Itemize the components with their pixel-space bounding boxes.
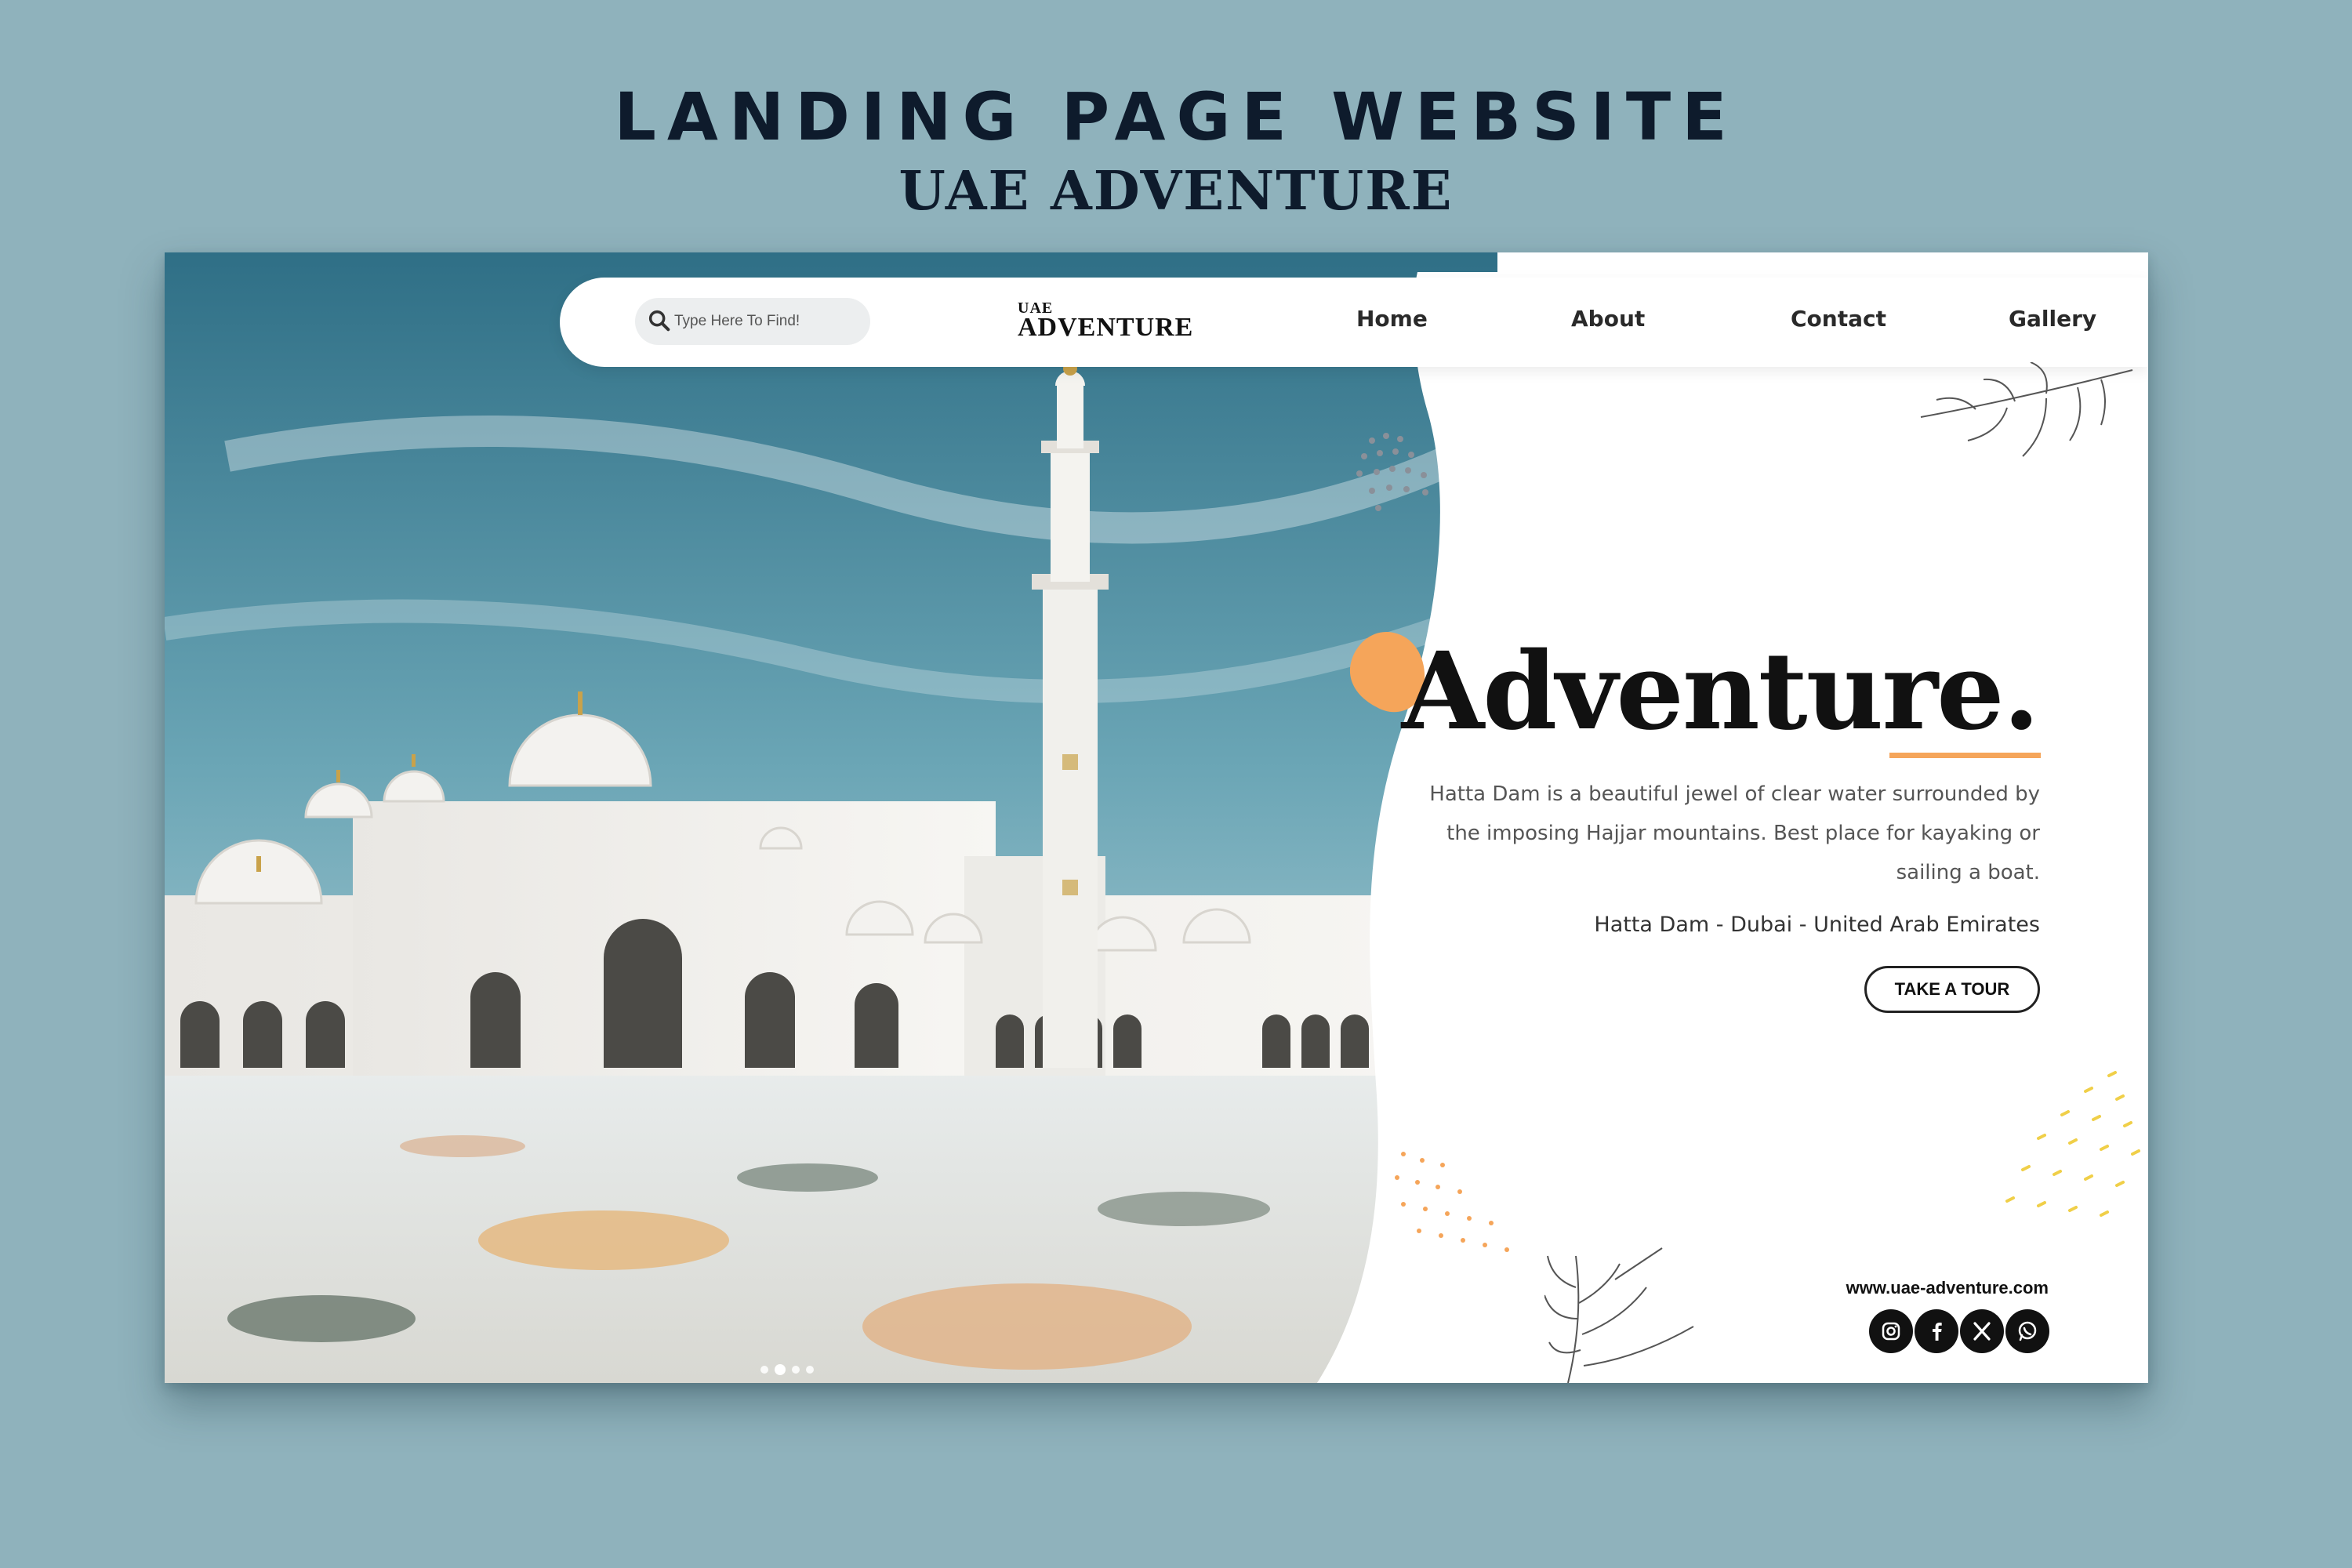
carousel-dot[interactable]	[760, 1366, 768, 1374]
carousel-dot[interactable]	[792, 1366, 800, 1374]
logo-line-2: ADVENTURE	[1018, 313, 1194, 342]
search-input[interactable]	[674, 309, 859, 334]
brand-logo[interactable]: UAE ADVENTURE	[1018, 300, 1194, 342]
facebook-link[interactable]	[1915, 1309, 1958, 1353]
whatsapp-icon	[2018, 1321, 2037, 1341]
nav-about[interactable]: About	[1571, 306, 1645, 332]
hero-description: Hatta Dam is a beautiful jewel of clear …	[1429, 782, 2040, 884]
showcase-title: LANDING PAGE WEBSITE	[614, 78, 1738, 155]
nav-gallery[interactable]: Gallery	[2009, 306, 2096, 332]
facebook-icon	[1933, 1323, 1942, 1341]
hero-title: Adventure.	[1401, 629, 2040, 754]
website-url[interactable]: www.uae-adventure.com	[1846, 1278, 2049, 1298]
whatsapp-link[interactable]	[2005, 1309, 2049, 1353]
nav-home[interactable]: Home	[1356, 306, 1428, 332]
carousel-dot[interactable]	[806, 1366, 814, 1374]
grey-dots-decoration	[1356, 433, 1428, 511]
carousel-dot-active[interactable]	[775, 1364, 786, 1375]
search-box[interactable]	[635, 298, 870, 345]
orange-dots-decoration	[1395, 1152, 1509, 1252]
yellow-dashes-decoration	[2005, 1071, 2140, 1217]
carousel-indicators	[760, 1363, 839, 1378]
x-icon	[1973, 1322, 1991, 1341]
take-a-tour-button[interactable]: TAKE A TOUR	[1864, 966, 2040, 1013]
instagram-link[interactable]	[1869, 1309, 1913, 1353]
hero-location: Hatta Dam - Dubai - United Arab Emirates	[1594, 913, 2040, 937]
leaf-branch-bottom-decoration	[1544, 1247, 1694, 1383]
nav-contact[interactable]: Contact	[1791, 306, 1886, 332]
title-underline	[1889, 753, 2041, 758]
instagram-icon	[1882, 1322, 1900, 1341]
navbar: UAE ADVENTURE Home About Contact Gallery	[560, 278, 2148, 367]
showcase-subtitle: UAE ADVENTURE	[898, 160, 1454, 223]
x-link[interactable]	[1960, 1309, 2004, 1353]
search-icon	[648, 310, 670, 332]
landing-page-mockup: UAE ADVENTURE Home About Contact Gallery	[165, 252, 2148, 1383]
leaf-branch-top-decoration	[1920, 362, 2133, 457]
